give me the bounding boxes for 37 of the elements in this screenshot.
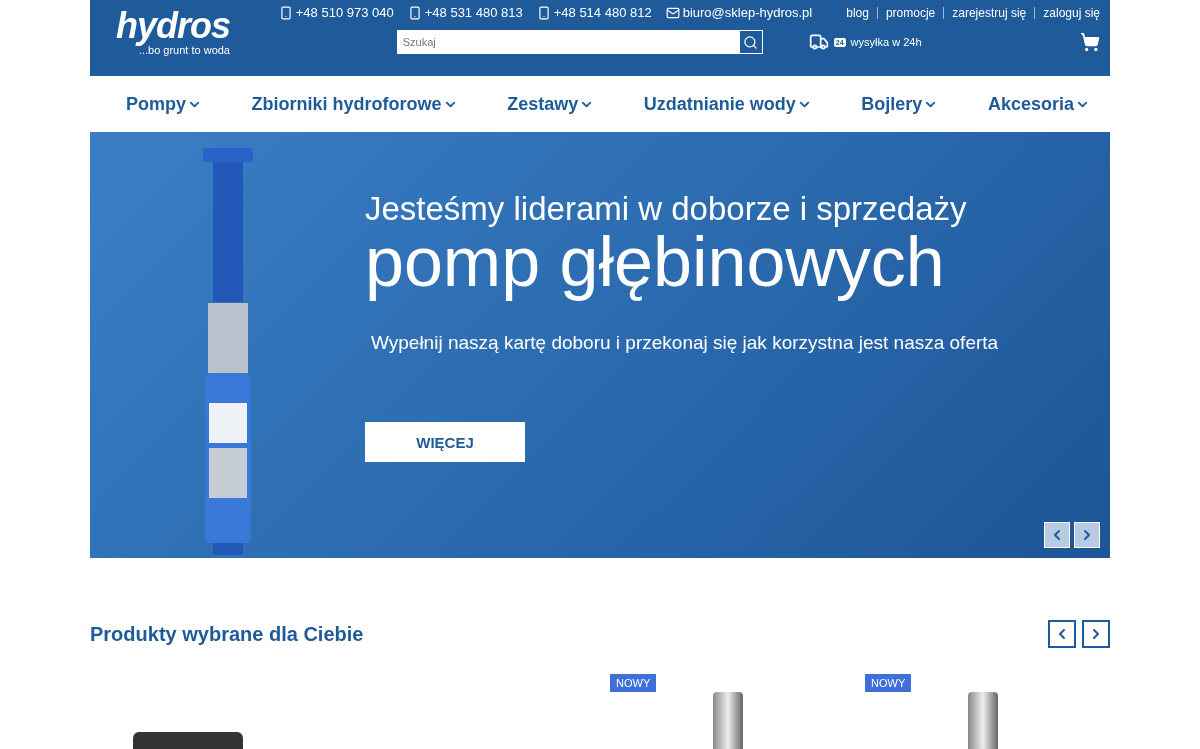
truck-icon (808, 32, 829, 52)
shipping-text: wysyłka w 24h (850, 36, 922, 48)
phone-icon (536, 5, 551, 20)
pump-photo-placeholder (967, 692, 998, 749)
mail-icon (665, 5, 680, 20)
header-link[interactable]: promocje (885, 5, 936, 20)
phone-contact[interactable]: +48 531 480 813 (407, 5, 523, 20)
next-button[interactable] (1082, 620, 1110, 648)
nav-item[interactable]: Uzdatnianie wody (643, 93, 812, 115)
search-icon (743, 34, 759, 50)
cart-icon[interactable] (1080, 32, 1100, 52)
hero-kicker: Jesteśmy liderami w doborze i sprzedaży (365, 190, 968, 228)
nav-item[interactable]: Pompy (126, 93, 202, 115)
nav-item[interactable]: Zbiorniki hydroforowe (251, 93, 458, 115)
header-link[interactable]: zarejestruj się (952, 5, 1027, 20)
more-button[interactable]: WIĘCEJ (365, 422, 525, 462)
logo[interactable]: hydros (115, 6, 230, 46)
pump-photo-placeholder (712, 692, 743, 749)
nav-item[interactable]: Zestawy (507, 93, 595, 115)
section-title: Produkty wybrane dla Ciebie (90, 622, 364, 646)
phone-contact[interactable]: +48 510 973 040 (278, 5, 394, 20)
hero-subtitle: Wypełnij naszą kartę doboru i przekonaj się jak korzystna jest nasza oferta (370, 332, 999, 354)
header-link[interactable]: blog (846, 5, 869, 20)
search-field[interactable]: Szukaj (396, 30, 739, 54)
new-badge: NOWY (865, 674, 912, 692)
header-link[interactable]: zaloguj się (1043, 5, 1100, 20)
search-button[interactable] (738, 30, 763, 54)
new-badge: NOWY (610, 674, 657, 692)
next-slide-button[interactable] (1074, 522, 1100, 548)
email-contact[interactable]: biuro@sklep-hydros.pl (665, 5, 813, 20)
phone-icon (278, 5, 293, 20)
phone-contact[interactable]: +48 514 480 812 (536, 5, 652, 20)
phone-icon (407, 5, 422, 20)
nav-item[interactable]: Bojlery (861, 93, 939, 115)
prev-button[interactable] (1048, 620, 1076, 648)
nav-item[interactable]: Akcesoria (987, 93, 1090, 115)
prev-slide-button[interactable] (1044, 522, 1070, 548)
